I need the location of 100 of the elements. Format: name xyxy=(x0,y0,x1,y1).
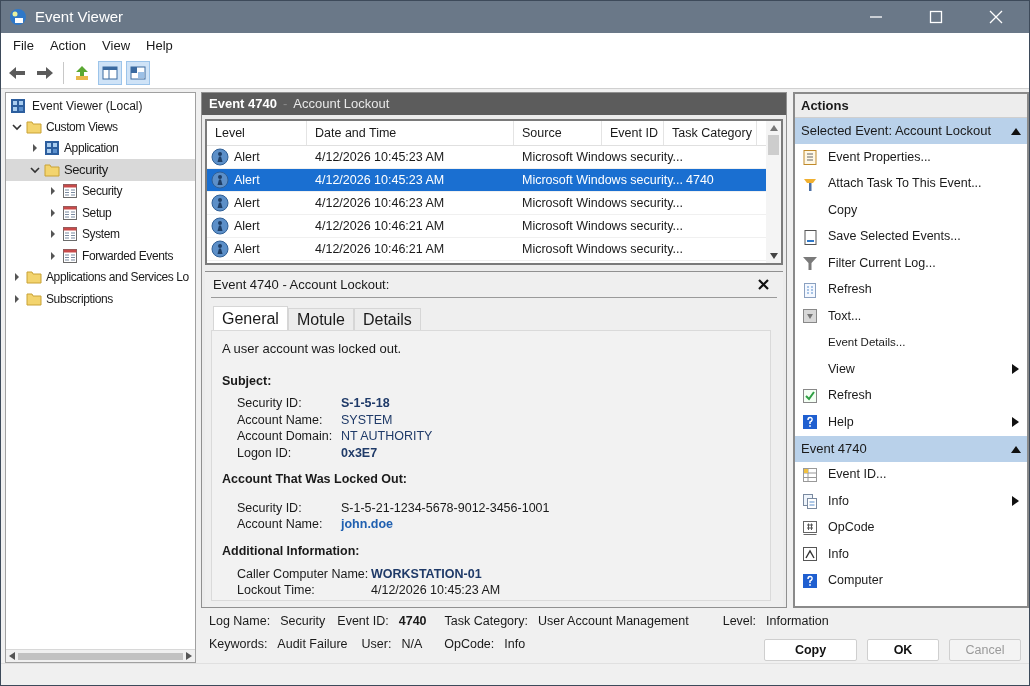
scroll-left-icon[interactable] xyxy=(9,652,15,660)
collapsed-arrow-icon[interactable] xyxy=(12,272,22,283)
menu-item[interactable]: File xyxy=(7,35,40,56)
pane-command[interactable]: Save Selected Events... xyxy=(795,223,1027,250)
section-header[interactable]: Event 4740 xyxy=(795,435,1027,462)
collapsed-arrow-icon[interactable] xyxy=(12,293,22,304)
command-label: Toxt... xyxy=(828,307,863,325)
column-header[interactable]: Source xyxy=(514,121,602,145)
command-label: Event Details... xyxy=(828,335,907,351)
preview-layout-icon xyxy=(129,64,147,82)
tab[interactable]: General xyxy=(213,306,288,330)
tree-item-label[interactable]: Security xyxy=(64,160,108,180)
user-alert-icon xyxy=(211,148,229,166)
checkmark-icon xyxy=(802,387,818,404)
table-cell-text: Alert xyxy=(234,148,260,166)
scrollbar-thumb[interactable] xyxy=(768,135,779,155)
event-summary: A user account was locked out. xyxy=(222,340,403,358)
field-value: 4/12/2026 10:45:23 AM xyxy=(371,582,501,600)
tree-item-label[interactable]: Application xyxy=(64,139,119,158)
info-label: Keywords: xyxy=(209,636,268,653)
info-label: Event ID: xyxy=(337,612,389,630)
info-value: Audit Failure xyxy=(277,636,348,653)
forward-arrow-icon xyxy=(36,64,54,82)
section-title: Event 4740 xyxy=(801,439,867,458)
section-heading: Subject: xyxy=(222,372,273,390)
log-icon xyxy=(62,226,78,243)
table-cell-text: 4/12/2026 10:46:23 AM xyxy=(314,194,446,212)
command-label: Info xyxy=(828,492,850,510)
menu-item[interactable]: Help xyxy=(140,35,179,56)
pane-command[interactable]: Event ID... xyxy=(795,461,1027,488)
tab[interactable]: Details xyxy=(353,308,421,330)
table-cell-text: 4/12/2026 10:46:21 AM xyxy=(314,217,446,235)
maximize-icon[interactable] xyxy=(929,10,943,24)
collapse-arrow-icon[interactable] xyxy=(1011,127,1021,135)
field-value: SYSTEM xyxy=(341,411,393,429)
scroll-up-icon[interactable] xyxy=(769,125,778,131)
collapsed-arrow-icon[interactable] xyxy=(48,229,58,240)
menu-item[interactable]: View xyxy=(96,35,137,56)
pane-command[interactable]: OpCode xyxy=(795,514,1027,541)
table-cell-text: 4/12/2026 10:45:23 AM xyxy=(314,171,446,189)
documents-icon xyxy=(802,493,818,510)
table-cell-text: Alert xyxy=(234,194,260,212)
tree-item-label[interactable]: System xyxy=(82,225,120,244)
tree-item-label[interactable]: Custom Views xyxy=(46,117,118,136)
scroll-down-icon[interactable] xyxy=(769,253,778,259)
command-label: OpCode xyxy=(828,519,876,537)
scrollbar-thumb[interactable] xyxy=(18,652,183,660)
log-icon xyxy=(62,183,78,200)
tree-item-label[interactable]: Forwarded Events xyxy=(82,246,173,265)
toolbar-button[interactable] xyxy=(98,61,122,85)
close-icon[interactable] xyxy=(758,279,769,290)
field-value: WORKSTATION-01 xyxy=(371,565,482,583)
image-icon xyxy=(802,546,818,563)
tab[interactable]: Motule xyxy=(287,308,354,330)
pane-command[interactable]: Filter Current Log... xyxy=(795,250,1027,277)
info-value: Information xyxy=(766,612,829,630)
toolbar-button[interactable] xyxy=(126,61,150,85)
dialog-button[interactable]: OK xyxy=(867,639,939,661)
pane-command[interactable]: Toxt... xyxy=(795,303,1027,330)
command-label: Copy xyxy=(828,201,859,219)
section-heading: Account That Was Locked Out: xyxy=(222,471,408,489)
column-header[interactable]: Level xyxy=(207,121,307,145)
tree-item-label[interactable]: Applications and Services Lo xyxy=(46,268,189,287)
field-label: Logon ID: xyxy=(237,444,293,462)
vertical-scrollbar[interactable] xyxy=(766,121,781,263)
collapse-arrow-icon[interactable] xyxy=(1011,444,1021,453)
pane-command[interactable]: Attach Task To This Event... xyxy=(795,170,1027,197)
title-separator: - xyxy=(282,95,288,114)
pane-command[interactable]: Event Details... xyxy=(795,329,1027,356)
help-icon xyxy=(802,414,818,431)
info-label: Task Category: xyxy=(444,612,528,630)
pane-command[interactable]: Copy xyxy=(795,197,1027,224)
column-header[interactable]: Event ID xyxy=(602,121,664,145)
tree-item[interactable]: Event Viewer (Local) xyxy=(32,96,143,115)
selected-row[interactable]: Alert 4/12/2026 10:45:23 AM Microsoft Windows security... 4740 xyxy=(207,169,766,192)
pane-command[interactable]: Event Properties... xyxy=(795,144,1027,171)
pane-command[interactable]: Refresh xyxy=(795,382,1027,409)
horizontal-scrollbar[interactable] xyxy=(6,649,195,662)
pane-command[interactable]: Help xyxy=(795,409,1027,436)
column-header[interactable]: Date and Time xyxy=(307,121,514,145)
pane-command[interactable]: View xyxy=(795,356,1027,383)
table-icon xyxy=(802,466,818,483)
pane-command[interactable]: Refresh xyxy=(795,276,1027,303)
menu-item[interactable]: Action xyxy=(43,35,93,56)
pane-command[interactable]: Info xyxy=(795,541,1027,568)
collapsed-arrow-icon[interactable] xyxy=(48,207,58,218)
pane-command[interactable]: Info xyxy=(795,488,1027,515)
collapsed-arrow-icon[interactable] xyxy=(30,143,40,154)
command-label: Attach Task To This Event... xyxy=(828,175,983,193)
dialog-button[interactable]: Copy xyxy=(764,639,857,661)
tree-item-highlight[interactable]: Security xyxy=(6,159,195,181)
pane-command[interactable]: Computer xyxy=(795,567,1027,594)
tree-item-label[interactable]: Subscriptions xyxy=(46,289,113,308)
tree-item-label[interactable]: Setup xyxy=(82,203,112,222)
collapsed-arrow-icon[interactable] xyxy=(48,250,58,261)
tree-item-label[interactable]: Security xyxy=(82,182,123,201)
column-header[interactable]: Task Category xyxy=(664,121,757,145)
scroll-right-icon[interactable] xyxy=(186,652,192,660)
collapsed-arrow-icon[interactable] xyxy=(48,186,58,197)
section-header[interactable]: Selected Event: Account Lockout xyxy=(795,118,1027,144)
